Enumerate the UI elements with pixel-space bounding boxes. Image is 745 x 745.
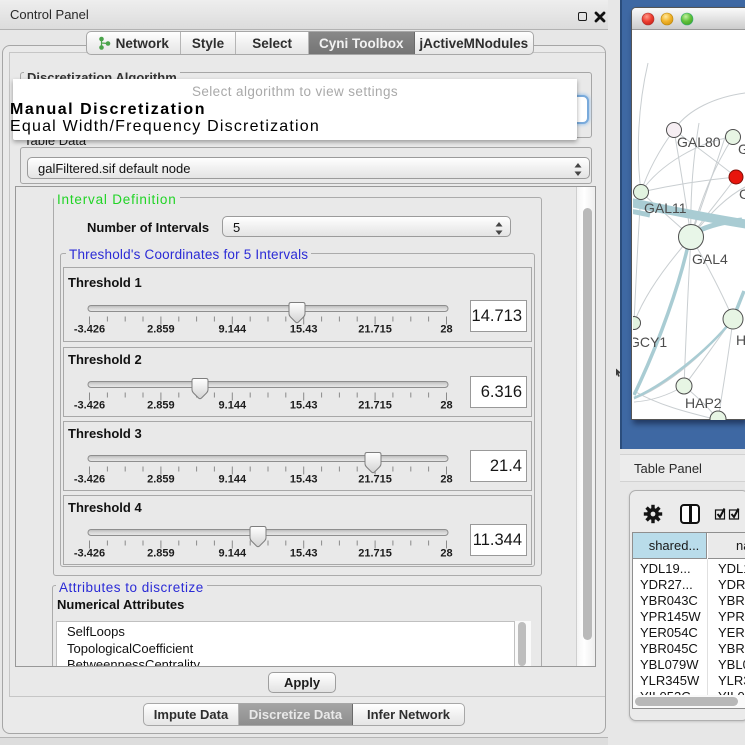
svg-text:G: G [738,141,745,157]
svg-text:2.859: 2.859 [147,547,175,559]
svg-text:2.859: 2.859 [147,324,175,336]
svg-text:21.715: 21.715 [358,324,392,336]
svg-text:GAL4: GAL4 [692,251,728,267]
svg-text:2.859: 2.859 [147,399,175,411]
svg-text:15.43: 15.43 [290,324,318,336]
svg-text:9.144: 9.144 [219,547,247,559]
svg-text:-3.426: -3.426 [74,547,105,559]
svg-text:2.859: 2.859 [147,473,175,485]
svg-text:15.43: 15.43 [290,473,318,485]
svg-text:-3.426: -3.426 [74,324,105,336]
svg-text:28: 28 [440,324,452,336]
svg-text:HAP2: HAP2 [685,395,722,411]
svg-text:H: H [736,332,745,348]
svg-text:21.715: 21.715 [358,473,392,485]
svg-text:15.43: 15.43 [290,547,318,559]
svg-text:28: 28 [440,473,452,485]
svg-text:-3.426: -3.426 [74,473,105,485]
svg-text:15.43: 15.43 [290,399,318,411]
svg-text:28: 28 [440,547,452,559]
svg-text:21.715: 21.715 [358,399,392,411]
svg-text:9.144: 9.144 [219,473,247,485]
svg-text:9.144: 9.144 [219,399,247,411]
svg-text:28: 28 [440,399,452,411]
svg-text:9.144: 9.144 [219,324,247,336]
svg-text:GAL11: GAL11 [644,200,687,216]
svg-text:-3.426: -3.426 [74,399,105,411]
svg-text:21.715: 21.715 [358,547,392,559]
svg-text:C: C [739,186,745,202]
svg-text:GAL80: GAL80 [677,134,721,150]
svg-text:GCY1: GCY1 [633,334,667,350]
